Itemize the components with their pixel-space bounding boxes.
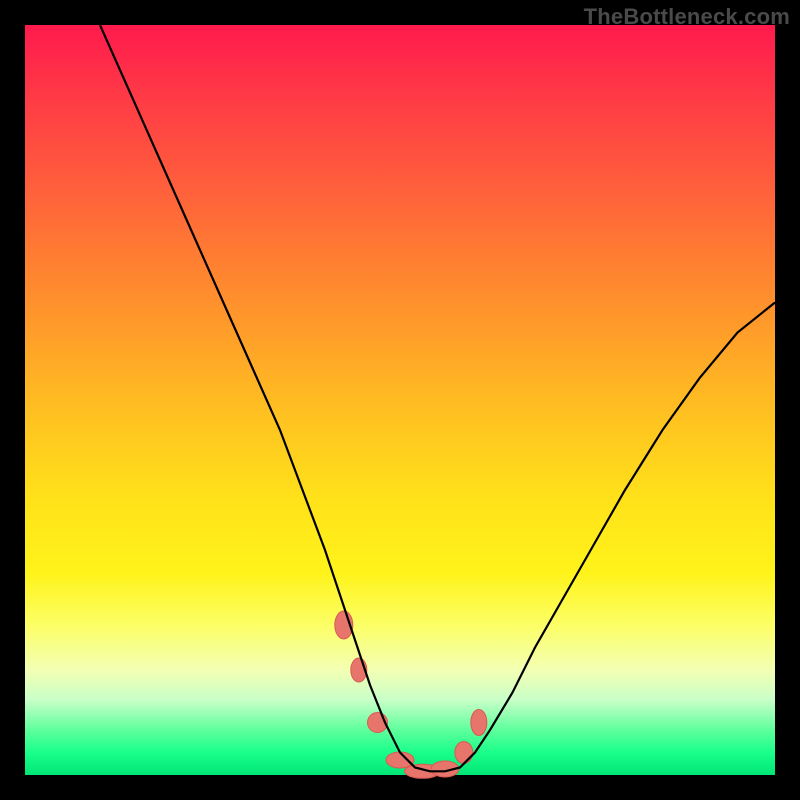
chart-frame: TheBottleneck.com <box>0 0 800 800</box>
watermark-text: TheBottleneck.com <box>584 4 790 30</box>
trough-marker <box>386 752 414 768</box>
marker-layer <box>335 611 487 778</box>
chart-svg <box>25 25 775 775</box>
plot-area <box>25 25 775 775</box>
trough-marker <box>455 742 473 764</box>
bottleneck-curve <box>100 25 775 771</box>
trough-marker <box>471 710 487 736</box>
